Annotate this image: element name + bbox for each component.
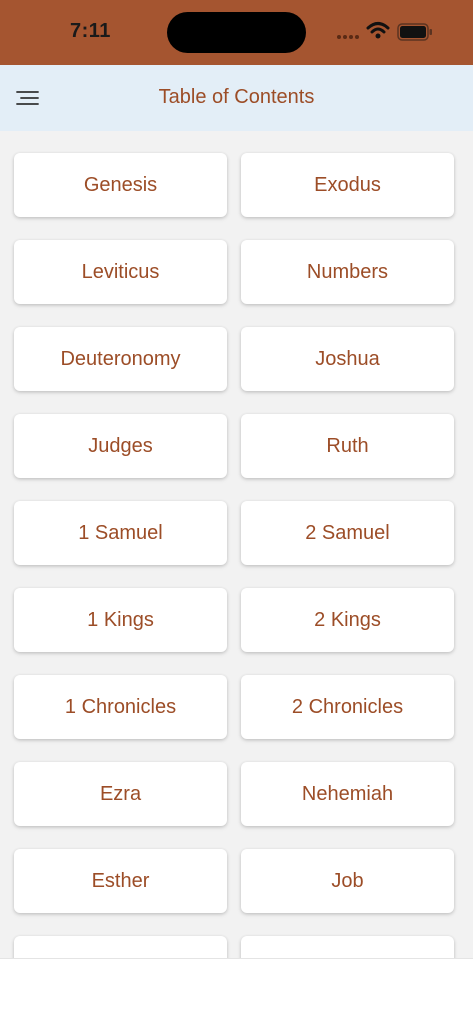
- book-button-job[interactable]: Job: [241, 849, 454, 913]
- dynamic-island: [167, 12, 306, 53]
- book-button-2-kings[interactable]: 2 Kings: [241, 588, 454, 652]
- bottom-bar: [0, 958, 473, 1024]
- book-button-deuteronomy[interactable]: Deuteronomy: [14, 327, 227, 391]
- cellular-signal-icon: [337, 35, 359, 39]
- screen: 7:11 Table of Contents Genesis Exodus Le…: [0, 0, 473, 1024]
- page-title: Table of Contents: [158, 86, 315, 108]
- book-button-numbers[interactable]: Numbers: [241, 240, 454, 304]
- status-time: 7:11: [70, 20, 111, 42]
- book-grid: Genesis Exodus Leviticus Numbers Deutero…: [14, 153, 454, 1000]
- navigation-bar: Table of Contents: [0, 65, 473, 131]
- battery-icon: [397, 23, 432, 41]
- book-button-2-samuel[interactable]: 2 Samuel: [241, 501, 454, 565]
- book-button-1-kings[interactable]: 1 Kings: [14, 588, 227, 652]
- wifi-icon: [366, 22, 390, 39]
- book-button-1-samuel[interactable]: 1 Samuel: [14, 501, 227, 565]
- book-button-2-chronicles[interactable]: 2 Chronicles: [241, 675, 454, 739]
- book-button-genesis[interactable]: Genesis: [14, 153, 227, 217]
- book-button-esther[interactable]: Esther: [14, 849, 227, 913]
- book-button-ezra[interactable]: Ezra: [14, 762, 227, 826]
- book-button-judges[interactable]: Judges: [14, 414, 227, 478]
- book-button-joshua[interactable]: Joshua: [241, 327, 454, 391]
- book-button-1-chronicles[interactable]: 1 Chronicles: [14, 675, 227, 739]
- book-button-leviticus[interactable]: Leviticus: [14, 240, 227, 304]
- status-bar: 7:11: [0, 0, 473, 65]
- book-button-exodus[interactable]: Exodus: [241, 153, 454, 217]
- book-button-nehemiah[interactable]: Nehemiah: [241, 762, 454, 826]
- book-button-ruth[interactable]: Ruth: [241, 414, 454, 478]
